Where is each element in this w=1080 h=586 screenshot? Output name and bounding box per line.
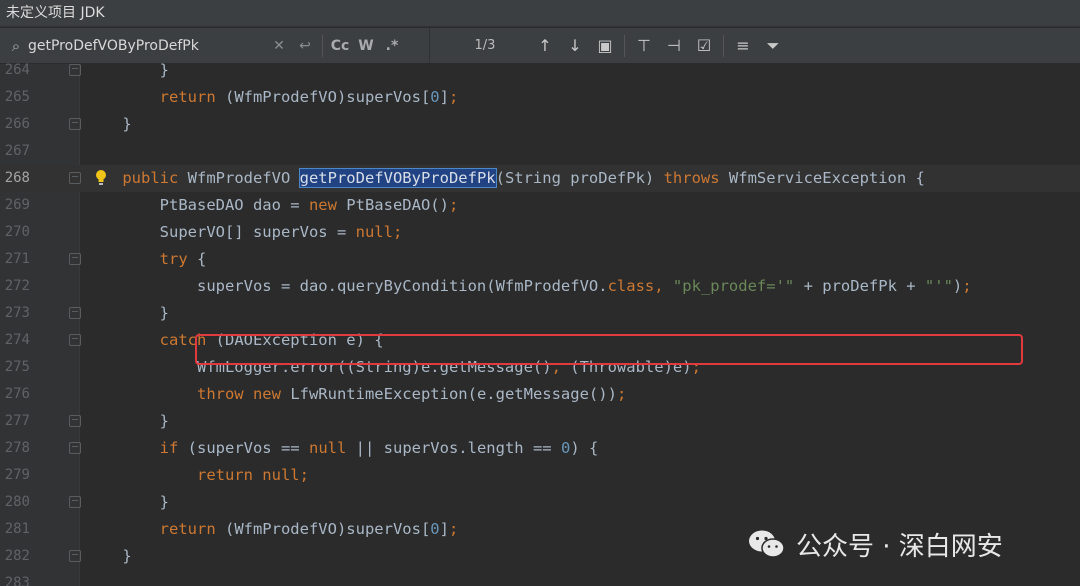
code-text: } — [85, 304, 169, 322]
code-line[interactable]: 268 public WfmProdefVO getProDefVOByProD… — [0, 165, 1080, 192]
code-line[interactable]: 264 } — [0, 57, 1080, 84]
regex-button[interactable]: .* — [379, 38, 405, 54]
code-line[interactable]: 272 superVos = dao.queryByCondition(WfmP… — [0, 273, 1080, 300]
code-line[interactable]: 283 — [0, 570, 1080, 586]
separator — [322, 34, 323, 57]
line-number: 265 — [4, 89, 30, 105]
code-text: try { — [85, 250, 207, 268]
code-line[interactable]: 266 } — [0, 111, 1080, 138]
code-line[interactable]: 271 try { — [0, 246, 1080, 273]
line-number: 275 — [4, 359, 30, 375]
fold-marker-icon[interactable] — [69, 253, 81, 265]
watermark-text: 公众号 · 深白网安 — [796, 531, 1003, 562]
code-text: return null; — [85, 466, 309, 484]
search-match-highlight: getProDefVOByProDefPk — [298, 168, 497, 188]
line-number: 281 — [4, 521, 30, 537]
code-text: return (WfmProdefVO)superVos[0]; — [85, 88, 459, 106]
line-number: 282 — [4, 548, 30, 564]
code-line[interactable]: 275 WfmLogger.error((String)e.getMessage… — [0, 354, 1080, 381]
code-text: PtBaseDAO dao = new PtBaseDAO(); — [85, 196, 459, 214]
code-text: superVos = dao.queryByCondition(WfmProde… — [85, 277, 972, 295]
code-text: throw new LfwRuntimeException(e.getMessa… — [85, 385, 627, 403]
code-line[interactable]: 267 — [0, 138, 1080, 165]
code-line[interactable]: 278 if (superVos == null || superVos.len… — [0, 435, 1080, 462]
code-line[interactable]: 279 return null; — [0, 462, 1080, 489]
line-number: 271 — [4, 251, 30, 267]
select-all-icon[interactable]: ▣ — [590, 36, 620, 55]
wechat-icon — [749, 530, 785, 558]
clear-icon[interactable]: ✕ — [266, 38, 292, 54]
fold-marker-icon[interactable] — [69, 307, 81, 319]
code-line[interactable]: 265 return (WfmProdefVO)superVos[0]; — [0, 84, 1080, 111]
fold-marker-icon[interactable] — [69, 118, 81, 130]
fold-marker-icon[interactable] — [69, 334, 81, 346]
filter-options-icon[interactable]: ≡ — [728, 36, 758, 55]
code-text: } — [85, 61, 169, 79]
code-text: if (superVos == null || superVos.length … — [85, 439, 599, 457]
match-case-button[interactable]: Cc — [327, 38, 353, 54]
fold-marker-icon[interactable] — [69, 442, 81, 454]
code-line[interactable]: 274 catch (DAOException e) { — [0, 327, 1080, 354]
match-count: 1/3 — [474, 38, 496, 53]
line-number: 283 — [4, 575, 30, 586]
line-number: 269 — [4, 197, 30, 213]
line-number: 272 — [4, 278, 30, 294]
code-text: catch (DAOException e) { — [85, 331, 384, 349]
line-number: 277 — [4, 413, 30, 429]
separator — [723, 34, 724, 57]
line-number: 270 — [4, 224, 30, 240]
code-text: } — [85, 547, 132, 565]
code-line[interactable]: 276 throw new LfwRuntimeException(e.getM… — [0, 381, 1080, 408]
fold-marker-icon[interactable] — [69, 496, 81, 508]
code-line[interactable]: 273 } — [0, 300, 1080, 327]
fold-marker-icon[interactable] — [69, 64, 81, 76]
line-number: 273 — [4, 305, 30, 321]
window-title: 未定义项目 JDK — [0, 0, 1080, 27]
remove-selection-icon[interactable]: ⊣ — [659, 36, 689, 55]
line-number: 274 — [4, 332, 30, 348]
whole-words-button[interactable]: W — [353, 38, 379, 54]
code-text: } — [85, 115, 132, 133]
down-arrow-icon[interactable]: ↓ — [560, 36, 590, 55]
search-icon[interactable]: ⌕ — [4, 37, 28, 55]
code-text: public WfmProdefVO getProDefVOByProDefPk… — [85, 168, 925, 188]
code-text: WfmLogger.error((String)e.getMessage(), … — [85, 358, 701, 376]
code-text: return (WfmProdefVO)superVos[0]; — [85, 520, 459, 538]
line-number: 276 — [4, 386, 30, 402]
code-text: } — [85, 493, 169, 511]
line-number: 268 — [4, 170, 30, 186]
code-text: } — [85, 412, 169, 430]
code-line[interactable]: 280 } — [0, 489, 1080, 516]
code-line[interactable]: 269 PtBaseDAO dao = new PtBaseDAO(); — [0, 192, 1080, 219]
separator — [624, 34, 625, 57]
fold-marker-icon[interactable] — [69, 172, 81, 184]
add-selection-icon[interactable]: ⊤ — [629, 36, 659, 55]
code-line[interactable]: 270 SuperVO[] superVos = null; — [0, 219, 1080, 246]
replace-toggle-icon[interactable]: ↩ — [292, 38, 318, 54]
fold-marker-icon[interactable] — [69, 550, 81, 562]
code-text: SuperVO[] superVos = null; — [85, 223, 403, 241]
code-editor[interactable]: 264 } 265 return (WfmProdefVO)superVos[0]… — [0, 61, 1080, 586]
fold-marker-icon[interactable] — [69, 415, 81, 427]
line-number: 267 — [4, 143, 30, 159]
code-line[interactable]: 277 } — [0, 408, 1080, 435]
up-arrow-icon[interactable]: ↑ — [530, 36, 560, 55]
filter-icon[interactable]: ⏷ — [758, 36, 788, 56]
toggle-selection-icon[interactable]: ☑ — [689, 36, 719, 55]
line-number: 278 — [4, 440, 30, 456]
line-number: 280 — [4, 494, 30, 510]
search-input[interactable] — [28, 33, 266, 58]
line-number: 279 — [4, 467, 30, 483]
line-number: 266 — [4, 116, 30, 132]
line-number: 264 — [4, 62, 30, 78]
watermark: 公众号 · 深白网安 — [748, 524, 1003, 564]
